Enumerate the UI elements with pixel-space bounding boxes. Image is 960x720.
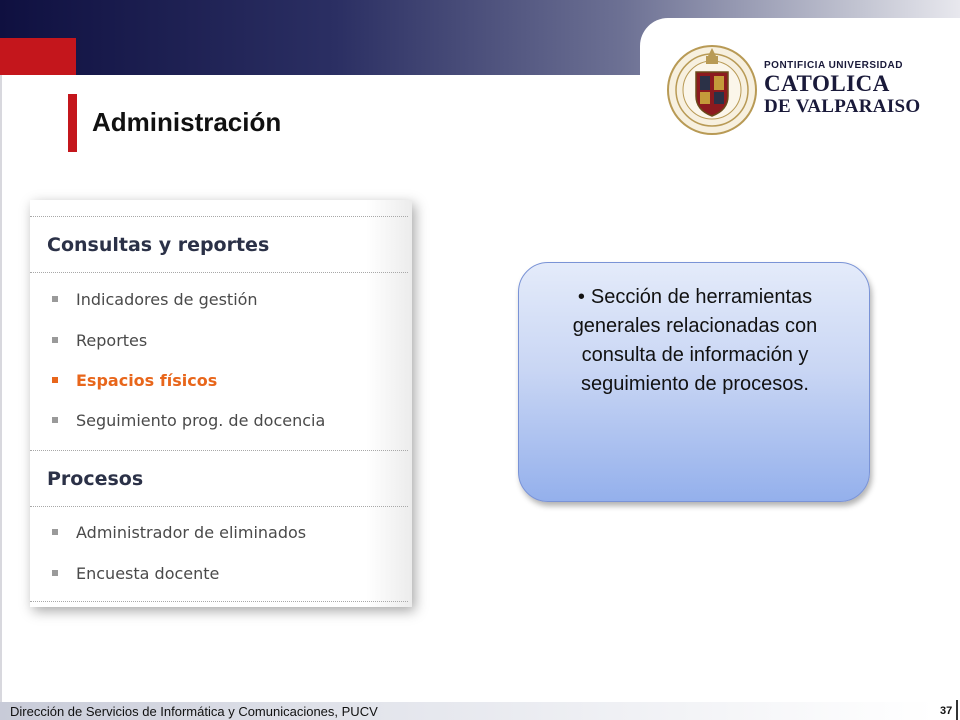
university-logo: PONTIFICIA UNIVERSIDAD CATOLICA DE VALPA… [666,38,931,138]
university-seal-icon [667,45,757,135]
menu-item-administrador-eliminados[interactable]: Administrador de eliminados [52,523,306,545]
bullet-icon [52,295,58,302]
divider [30,506,408,507]
menu-item-label: Indicadores de gestión [76,290,258,309]
slide-title: Administración [92,107,282,137]
bullet-icon [52,569,58,576]
menu-section-heading: Procesos [47,468,144,490]
menu-item-encuesta-docente[interactable]: Encuesta docente [52,564,219,586]
callout-body: Sección de herramientas generales relaci… [572,286,818,395]
menu-item-label: Espacios físicos [76,371,218,390]
page-number-rule [956,700,958,720]
menu-item-espacios-fisicos[interactable]: Espacios físicos [52,371,217,393]
bullet-icon [52,376,58,383]
divider [30,450,408,451]
menu-item-label: Seguimiento prog. de docencia [76,411,326,430]
callout-text: • Sección de herramientas generales relac… [539,283,851,399]
menu-screenshot: Consultas y reportes Indicadores de gest… [30,200,412,607]
menu-item-seguimiento[interactable]: Seguimiento prog. de docencia [52,411,325,433]
bullet-icon [52,416,58,423]
bullet-icon [52,336,58,343]
divider [30,216,408,217]
header-accent-block [0,38,76,75]
bullet-icon [52,528,58,535]
menu-section-heading: Consultas y reportes [47,234,270,256]
footer-text: Dirección de Servicios de Informática y … [10,704,378,719]
menu-item-label: Encuesta docente [76,564,220,583]
title-accent-bar [68,94,77,152]
divider [30,601,408,602]
menu-item-label: Administrador de eliminados [76,523,307,542]
page-number: 37 [940,705,953,717]
bullet-icon: • [577,286,585,308]
menu-item-indicadores[interactable]: Indicadores de gestión [52,290,258,312]
logo-line-3: DE VALPARAISO [764,96,921,117]
logo-line-2: CATOLICA [764,71,890,96]
description-callout: • Sección de herramientas generales relac… [518,262,870,502]
menu-item-label: Reportes [76,331,148,350]
slide-left-border [0,75,2,705]
university-wordmark: PONTIFICIA UNIVERSIDAD CATOLICA DE VALPA… [764,60,920,118]
divider [30,272,408,273]
menu-item-reportes[interactable]: Reportes [52,331,147,353]
